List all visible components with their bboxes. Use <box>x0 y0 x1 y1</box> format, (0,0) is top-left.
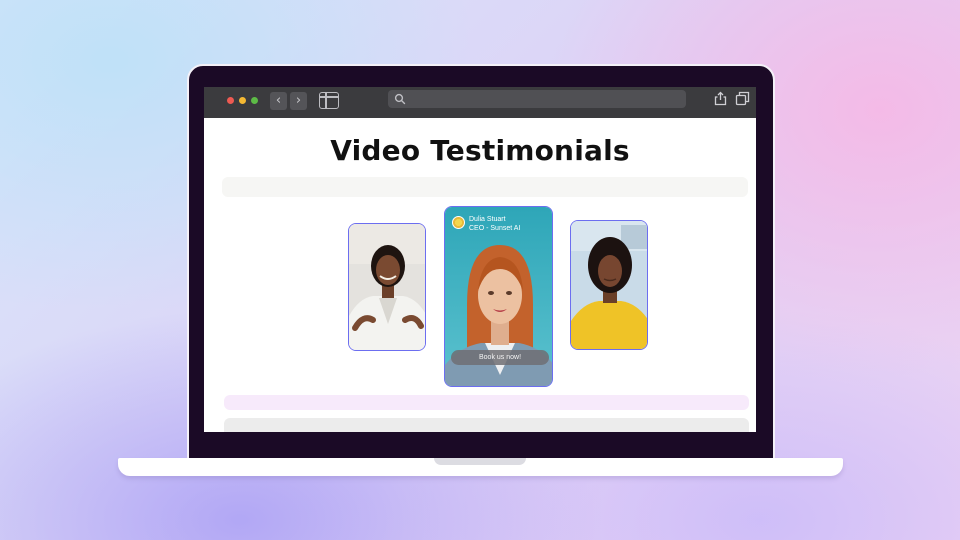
testimonial-video-card-left[interactable] <box>348 223 426 351</box>
skeleton-bar-gray <box>224 418 749 432</box>
speaker-info: Dulia Stuart CEO - Sunset AI <box>452 215 520 233</box>
testimonial-video-card-featured[interactable]: Dulia Stuart CEO - Sunset AI Book us now… <box>444 206 553 387</box>
minimize-window-button[interactable] <box>239 97 246 104</box>
laptop-base <box>118 458 843 476</box>
back-button[interactable]: ‹ <box>270 92 287 110</box>
book-us-now-button[interactable]: Book us now! <box>451 350 549 365</box>
maximize-window-button[interactable] <box>251 97 258 104</box>
tabs-overview-icon[interactable] <box>735 91 750 106</box>
chevron-right-icon: › <box>295 93 302 108</box>
skeleton-bar-top <box>222 177 748 197</box>
share-icon[interactable] <box>713 91 728 106</box>
speaker-name: Dulia Stuart <box>469 216 506 223</box>
laptop-notch <box>434 458 526 465</box>
page-title: Video Testimonials <box>330 134 630 167</box>
chevron-left-icon: ‹ <box>275 93 282 108</box>
sidebar-toggle-icon[interactable] <box>319 92 339 109</box>
speaker-role: CEO - Sunset AI <box>469 225 521 232</box>
testimonial-thumbnail-right <box>571 221 647 349</box>
testimonial-thumbnail-left <box>349 224 425 350</box>
forward-button[interactable]: › <box>290 92 307 110</box>
speaker-avatar <box>452 216 465 229</box>
browser-window: ‹ › Video Testimonials Dulia Stuart CEO … <box>204 87 756 432</box>
address-bar[interactable] <box>388 90 686 108</box>
search-icon <box>394 93 406 105</box>
browser-titlebar: ‹ › <box>204 87 756 118</box>
testimonial-video-card-right[interactable] <box>570 220 648 350</box>
skeleton-bar-pink <box>224 395 749 410</box>
close-window-button[interactable] <box>227 97 234 104</box>
